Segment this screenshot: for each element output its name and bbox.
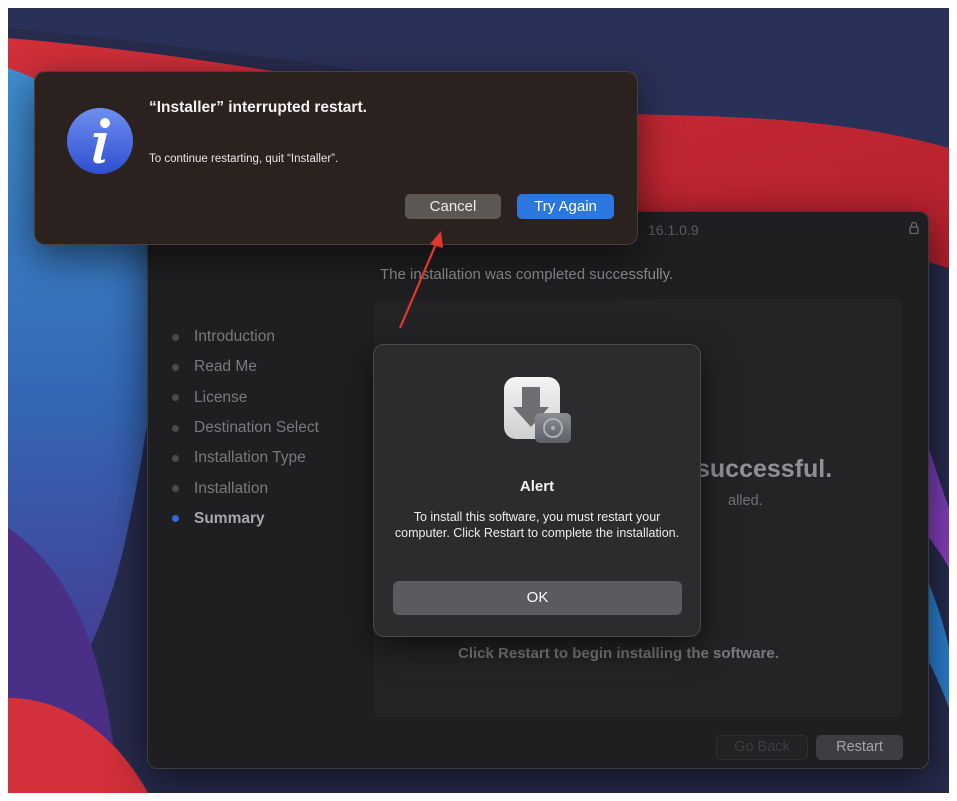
step-dot: [172, 394, 179, 402]
steps-list: Introduction Read Me License Destination…: [172, 322, 319, 534]
dialog-title: “Installer” interrupted restart.: [149, 99, 367, 116]
step-label: Read Me: [194, 358, 257, 376]
step-destination-select: Destination Select: [172, 413, 319, 443]
step-label: Summary: [194, 509, 265, 527]
step-label: Installation Type: [194, 449, 306, 467]
step-read-me: Read Me: [172, 352, 319, 382]
dialog-message: To continue restarting, quit “Installer”…: [149, 153, 339, 165]
ok-button[interactable]: OK: [393, 581, 682, 615]
alert-dialog: Alert To install this software, you must…: [373, 344, 701, 637]
step-dot: [172, 454, 179, 462]
lock-icon[interactable]: [909, 221, 919, 234]
interrupted-restart-dialog: “Installer” interrupted restart. To cont…: [34, 71, 638, 245]
step-license: License: [172, 383, 319, 413]
go-back-button[interactable]: Go Back: [716, 735, 808, 760]
installer-icon: [504, 377, 571, 443]
step-introduction: Introduction: [172, 322, 319, 352]
step-label: Introduction: [194, 328, 275, 346]
step-label: License: [194, 388, 248, 406]
step-installation-type: Installation Type: [172, 443, 319, 473]
installer-headline: The installation was completed successfu…: [380, 266, 674, 283]
step-dot: [172, 424, 179, 432]
alert-title: Alert: [519, 478, 555, 495]
try-again-button[interactable]: Try Again: [517, 194, 614, 219]
step-summary: Summary: [172, 504, 319, 534]
step-label: Installation: [194, 479, 269, 497]
step-installation: Installation: [172, 473, 319, 503]
step-dot: [172, 333, 179, 341]
step-dot-active: [172, 515, 179, 523]
alert-message: To install this software, you must resta…: [394, 510, 680, 540]
info-icon: [67, 108, 133, 174]
step-dot: [172, 485, 179, 493]
status-heading: successful.: [696, 455, 833, 483]
cancel-button[interactable]: Cancel: [405, 194, 501, 219]
step-label: Destination Select: [194, 419, 319, 437]
restart-button[interactable]: Restart: [816, 735, 903, 760]
step-dot: [172, 363, 179, 371]
restart-hint: Click Restart to begin installing the so…: [458, 645, 779, 662]
status-subtext: alled.: [728, 493, 763, 509]
desktop: 16.1.0.9 The installation was completed …: [8, 8, 949, 793]
window-title: 16.1.0.9: [648, 222, 699, 238]
